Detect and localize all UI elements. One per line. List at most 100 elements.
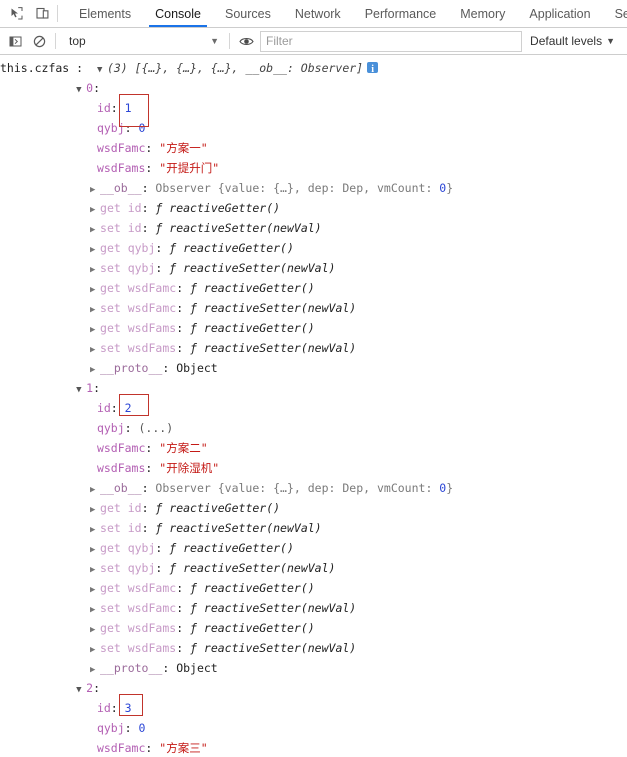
colon: :	[141, 221, 156, 235]
property-key: wsdFamc	[96, 441, 146, 455]
object-property-row[interactable]: qybj: 0	[0, 118, 627, 138]
observer-property-row[interactable]: ▶ __ob__: Observer {value: {…}, dep: Dep,…	[0, 478, 627, 498]
object-property-row[interactable]: wsdFamc: "方案二"	[0, 438, 627, 458]
object-property-row[interactable]: qybj: 0	[0, 718, 627, 738]
disclosure-triangle-icon: ▶	[90, 285, 96, 295]
function-sigil: ƒ	[155, 501, 170, 515]
colon: :	[141, 521, 156, 535]
setter-property-row[interactable]: ▶ set id: ƒ reactiveSetter(newVal)	[0, 518, 627, 538]
object-property-row[interactable]: wsdFamc: "方案三"	[0, 738, 627, 757]
tab-network-label: Network	[294, 6, 341, 21]
inspect-element-icon[interactable]	[3, 1, 29, 26]
setter-property-row[interactable]: ▶ set wsdFamc: ƒ reactiveSetter(newVal)	[0, 298, 627, 318]
setter-property-row[interactable]: ▶ set id: ƒ reactiveSetter(newVal)	[0, 218, 627, 238]
tab-security[interactable]: Security	[603, 0, 627, 27]
proto-property-row[interactable]: ▶ __proto__: Object	[0, 658, 627, 678]
array-index-row[interactable]: ▼ 1:	[0, 378, 627, 398]
getter-property-row[interactable]: ▶ get wsdFams: ƒ reactiveGetter()	[0, 318, 627, 338]
tab-network[interactable]: Network	[283, 0, 353, 27]
property-value: "方案二"	[159, 441, 208, 455]
show-console-sidebar-icon[interactable]	[3, 30, 27, 52]
object-property-row[interactable]: wsdFamc: "方案一"	[0, 138, 627, 158]
disclosure-triangle-icon: ▶	[90, 265, 96, 275]
object-property-row[interactable]: wsdFams: "开提升门"	[0, 158, 627, 178]
disclosure-triangle-icon: ▼	[76, 85, 82, 95]
property-key: id	[96, 701, 111, 715]
function-signature: reactiveGetter()	[183, 241, 294, 255]
tab-sources[interactable]: Sources	[213, 0, 283, 27]
object-property-row[interactable]: id: 3	[0, 698, 627, 718]
panel-tabs: Elements Console Sources Network Perform…	[67, 0, 627, 27]
colon: :	[155, 541, 170, 555]
getter-property-row[interactable]: ▶ get wsdFamc: ƒ reactiveGetter()	[0, 278, 627, 298]
function-signature: reactiveSetter(newVal)	[169, 221, 322, 235]
execution-context-selector[interactable]: top ▼	[60, 31, 225, 51]
clear-console-icon[interactable]	[27, 30, 51, 52]
live-expression-eye-icon[interactable]	[234, 30, 258, 52]
array-index-row[interactable]: ▼ 2:	[0, 678, 627, 698]
setter-property-row[interactable]: ▶ set wsdFams: ƒ reactiveSetter(newVal)	[0, 638, 627, 658]
tab-memory[interactable]: Memory	[448, 0, 517, 27]
object-property-row[interactable]: wsdFams: "开除湿机"	[0, 458, 627, 478]
colon: :	[155, 561, 170, 575]
tab-application[interactable]: Application	[517, 0, 602, 27]
toggle-device-toolbar-icon[interactable]	[29, 1, 55, 26]
property-value: 1	[124, 101, 132, 115]
tab-console-label: Console	[155, 6, 201, 21]
colon: :	[141, 181, 156, 195]
colon: :	[145, 161, 160, 175]
array-index-row[interactable]: ▼ 0:	[0, 78, 627, 98]
setter-property-row[interactable]: ▶ set qybj: ƒ reactiveSetter(newVal)	[0, 558, 627, 578]
tab-elements[interactable]: Elements	[67, 0, 143, 27]
observer-preview: Observer {value: {…}, dep: Dep, vmCount:	[155, 481, 440, 495]
tab-console[interactable]: Console	[143, 0, 213, 27]
accessor-key: get qybj	[100, 541, 156, 555]
property-value: 3	[124, 701, 132, 715]
setter-property-row[interactable]: ▶ set wsdFamc: ƒ reactiveSetter(newVal)	[0, 598, 627, 618]
accessor-key: set id	[100, 521, 142, 535]
colon: :	[124, 721, 139, 735]
console-output[interactable]: this.czfas : ▼ (3) [{…}, {…}, {…}, __ob__…	[0, 55, 627, 757]
property-key: wsdFams	[96, 161, 146, 175]
getter-property-row[interactable]: ▶ get wsdFams: ƒ reactiveGetter()	[0, 618, 627, 638]
getter-property-row[interactable]: ▶ get qybj: ƒ reactiveGetter()	[0, 238, 627, 258]
function-sigil: ƒ	[190, 281, 204, 295]
setter-property-row[interactable]: ▶ set wsdFams: ƒ reactiveSetter(newVal)	[0, 338, 627, 358]
object-property-row[interactable]: id: 2	[0, 398, 627, 418]
getter-property-row[interactable]: ▶ get id: ƒ reactiveGetter()	[0, 198, 627, 218]
setter-property-row[interactable]: ▶ set qybj: ƒ reactiveSetter(newVal)	[0, 258, 627, 278]
function-signature: reactiveSetter(newVal)	[169, 521, 322, 535]
colon: :	[145, 141, 160, 155]
tab-performance[interactable]: Performance	[353, 0, 449, 27]
property-value: 0	[138, 721, 146, 735]
function-signature: reactiveSetter(newVal)	[203, 341, 357, 355]
observer-property-row[interactable]: ▶ __ob__: Observer {value: {…}, dep: Dep,…	[0, 178, 627, 198]
object-property-row[interactable]: id: 1	[0, 98, 627, 118]
getter-property-row[interactable]: ▶ get id: ƒ reactiveGetter()	[0, 498, 627, 518]
tabbar-divider	[57, 5, 58, 22]
proto-property-row[interactable]: ▶ __proto__: Object	[0, 358, 627, 378]
colon: :	[93, 681, 101, 695]
tab-performance-label: Performance	[364, 6, 437, 21]
colon: :	[155, 241, 170, 255]
property-key: __ob__	[100, 181, 142, 195]
observer-preview-tail: }	[446, 181, 454, 195]
object-property-row[interactable]: qybj: (...)	[0, 418, 627, 438]
filter-input[interactable]: Filter	[260, 30, 523, 52]
disclosure-triangle-icon: ▶	[90, 365, 96, 375]
accessor-key: get wsdFams	[100, 621, 177, 635]
log-levels-dropdown[interactable]: Default levels ▼	[526, 34, 623, 48]
getter-property-row[interactable]: ▶ get wsdFamc: ƒ reactiveGetter()	[0, 578, 627, 598]
getter-property-row[interactable]: ▶ get qybj: ƒ reactiveGetter()	[0, 538, 627, 558]
